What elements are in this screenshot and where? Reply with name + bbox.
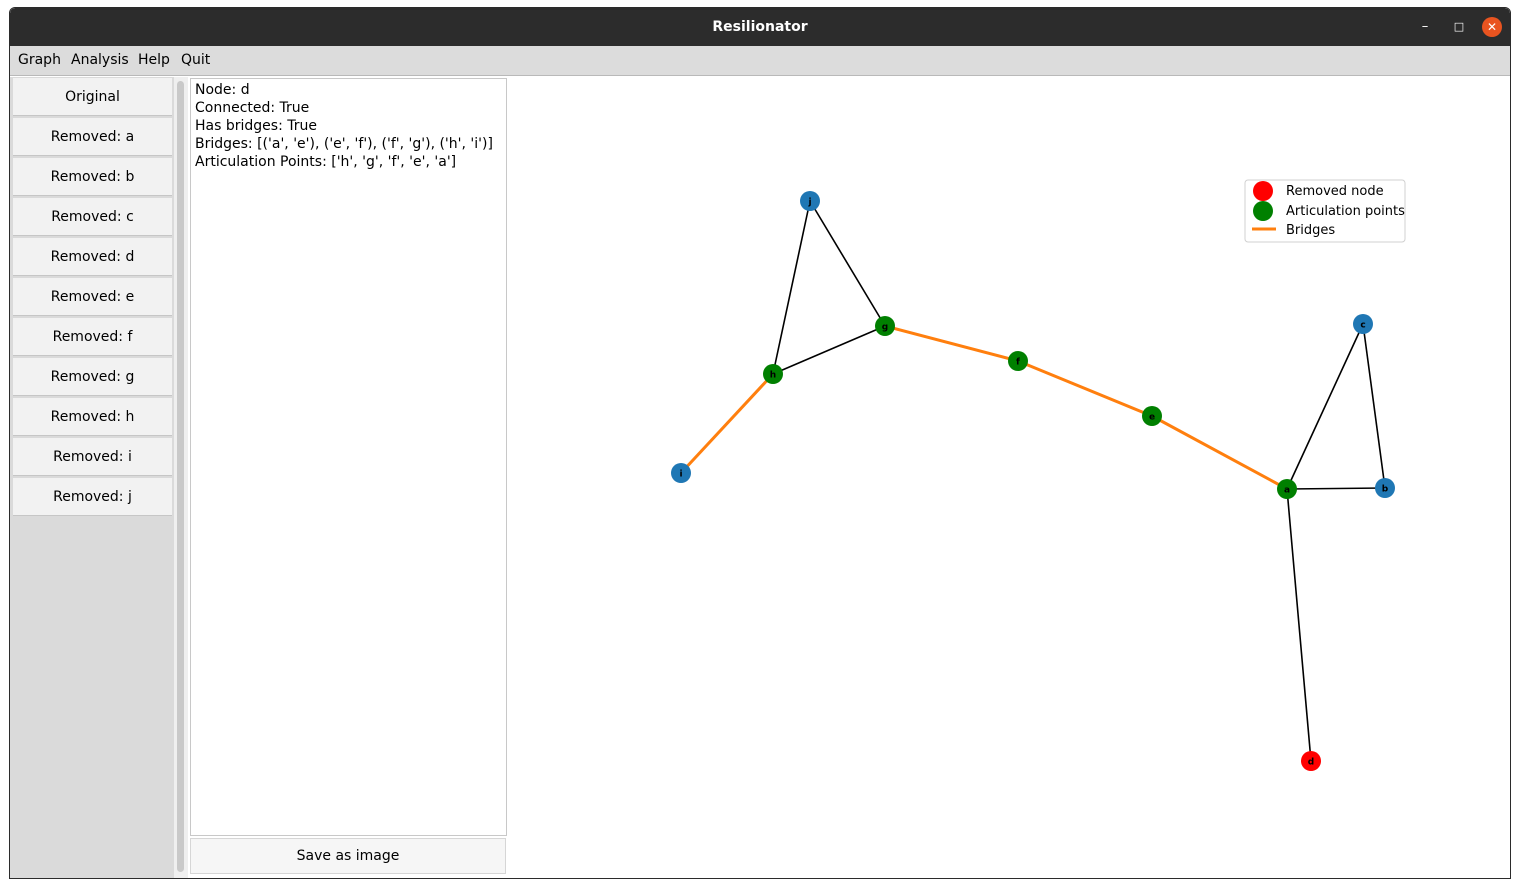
node-i: i [671,463,691,483]
node-c: c [1353,314,1373,334]
menu-graph[interactable]: Graph [18,46,61,74]
close-button[interactable]: ✕ [1482,17,1502,37]
menu-analysis[interactable]: Analysis [71,46,129,74]
sidebar: Original Removed: a Removed: b Removed: … [10,77,174,878]
node-h-label: h [770,371,776,381]
window-title: Resilionator [712,19,808,35]
minimize-button[interactable]: – [1415,17,1435,37]
edge-g-f-bridge [884,324,1019,363]
edge-j-g [809,200,886,327]
info-articulation-points: Articulation Points: ['h', 'g', 'f', 'e'… [195,154,457,170]
legend: Removed node Articulation points Bridges [1244,179,1406,243]
node-d-label: d [1308,758,1314,768]
sidebar-item-removed-d[interactable]: Removed: d [13,238,172,276]
scrollbar-thumb[interactable] [177,81,184,872]
edge-a-b [1286,487,1386,490]
sidebar-item-removed-f[interactable]: Removed: f [13,318,172,356]
legend-articulation-label: Articulation points [1286,204,1405,219]
node-d: d [1301,751,1321,771]
node-b: b [1375,478,1395,498]
sidebar-scrollbar[interactable] [174,77,188,878]
node-f-label: f [1016,358,1020,368]
sidebar-item-removed-a[interactable]: Removed: a [13,118,172,156]
node-e: e [1142,406,1162,426]
edge-e-a-bridge [1151,414,1288,491]
sidebar-item-removed-j[interactable]: Removed: j [13,478,172,516]
menu-quit[interactable]: Quit [181,46,210,74]
node-e-label: e [1149,413,1155,423]
menu-help[interactable]: Help [138,46,170,74]
node-layer: j g h f e i c a b d [671,191,1395,771]
sidebar-item-removed-g[interactable]: Removed: g [13,358,172,396]
legend-bridges-label: Bridges [1286,223,1335,238]
info-connected: Connected: True [195,100,310,116]
node-j-label: j [807,198,811,208]
node-a: a [1277,479,1297,499]
node-h: h [763,364,783,384]
graph-plot: j g h f e i c a b d Removed node Articulation poi… [671,179,1406,771]
edge-f-e-bridge [1017,359,1153,418]
maximize-button[interactable]: □ [1449,17,1469,37]
node-a-label: a [1284,486,1290,496]
node-j: j [800,191,820,211]
node-g-label: g [882,323,888,333]
app-window: Resilionator – □ ✕ Graph Analysis Help Q… [9,7,1511,879]
node-c-label: c [1360,321,1365,331]
sidebar-item-removed-i[interactable]: Removed: i [13,438,172,476]
title-bar: Resilionator – □ ✕ [10,8,1510,46]
legend-removed-label: Removed node [1286,184,1384,199]
sidebar-item-original[interactable]: Original [13,78,172,116]
sidebar-item-removed-h[interactable]: Removed: h [13,398,172,436]
info-node: Node: d [195,82,250,98]
graph-canvas: j g h f e i c a b d Removed node Articulation poi… [508,77,1510,878]
edge-a-d [1286,488,1312,762]
edge-a-c [1286,323,1364,490]
node-b-label: b [1382,485,1389,495]
edge-h-i-bridge [679,372,775,475]
info-has-bridges: Has bridges: True [195,118,317,134]
edge-c-b [1362,323,1386,489]
node-i-label: i [679,470,682,480]
legend-removed-swatch [1253,181,1273,201]
edge-j-h [772,200,811,375]
info-bridges: Bridges: [('a', 'e'), ('e', 'f'), ('f', … [195,136,493,152]
sidebar-item-removed-e[interactable]: Removed: e [13,278,172,316]
node-f: f [1008,351,1028,371]
edge-h-g [772,325,886,375]
sidebar-item-removed-c[interactable]: Removed: c [13,198,172,236]
save-as-image-button[interactable]: Save as image [190,838,506,874]
legend-articulation-swatch [1253,201,1273,221]
node-g: g [875,316,895,336]
edge-layer [679,200,1386,762]
menu-bar: Graph Analysis Help Quit [10,46,1510,76]
sidebar-item-removed-b[interactable]: Removed: b [13,158,172,196]
info-panel: Node: d Connected: True Has bridges: Tru… [190,78,507,836]
